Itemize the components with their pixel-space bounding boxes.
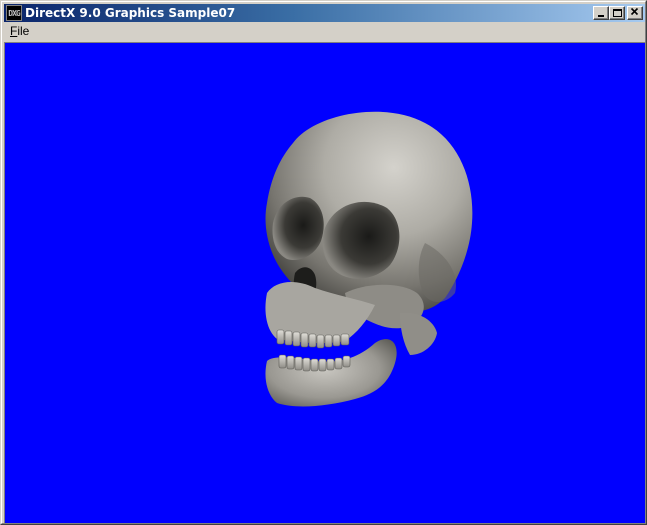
menu-bar: File (4, 22, 645, 40)
app-window: DXG DirectX 9.0 Graphics Sample07 File (0, 0, 647, 525)
window-title: DirectX 9.0 Graphics Sample07 (25, 6, 236, 20)
title-bar[interactable]: DXG DirectX 9.0 Graphics Sample07 (4, 4, 645, 22)
skull-3d-model (265, 111, 473, 407)
close-button[interactable] (627, 6, 643, 20)
caption-buttons (593, 6, 643, 20)
menu-file[interactable]: File (4, 22, 35, 40)
minimize-icon (598, 15, 604, 17)
maximize-button[interactable] (609, 6, 625, 20)
menu-file-label: ile (17, 24, 30, 38)
close-icon (630, 7, 639, 16)
minimize-button[interactable] (593, 6, 609, 20)
render-viewport[interactable] (4, 42, 645, 523)
window-frame: DXG DirectX 9.0 Graphics Sample07 File (1, 1, 646, 524)
directx-app-icon[interactable]: DXG (6, 5, 22, 21)
maximize-icon (613, 9, 622, 17)
